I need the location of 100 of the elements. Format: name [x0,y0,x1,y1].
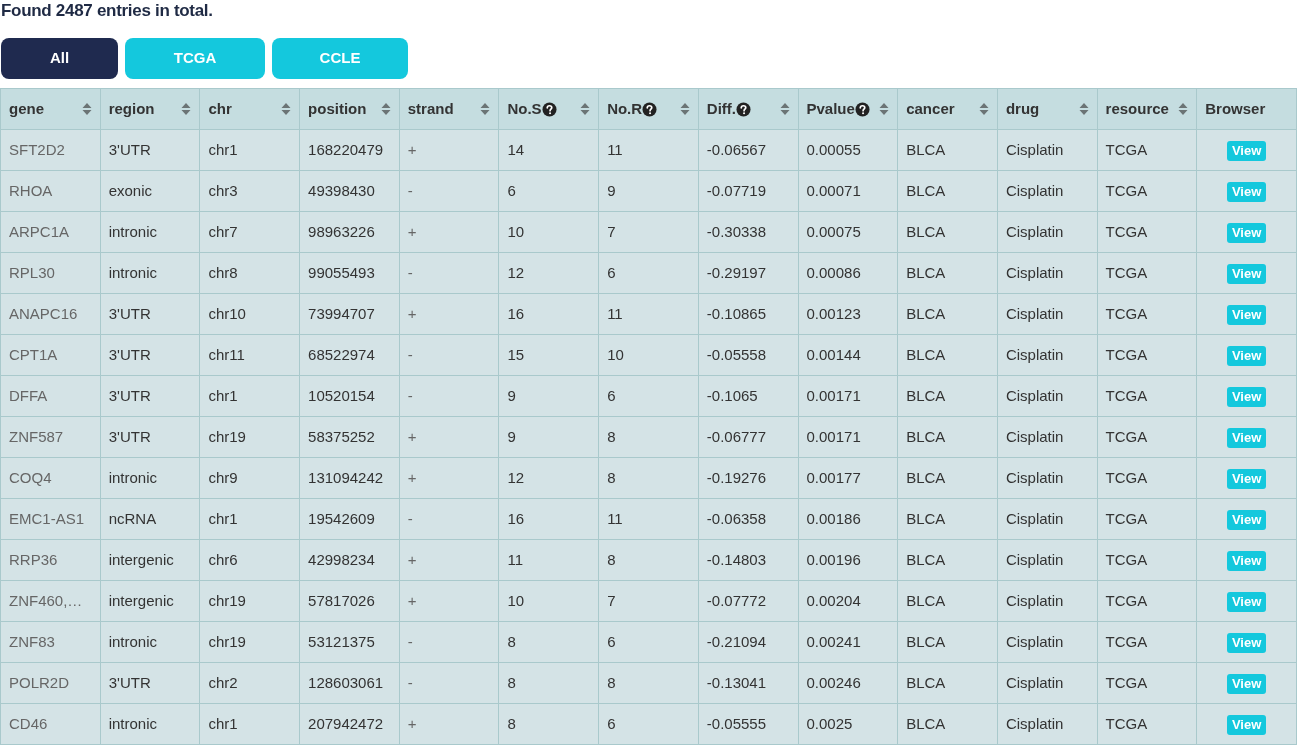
column-header: resource [1105,98,1169,119]
help-icon[interactable] [854,101,870,117]
view-button[interactable]: View [1226,427,1267,448]
view-button[interactable]: View [1226,222,1267,243]
table-cell: 11 [607,140,623,158]
table-cell: 0.00171 [806,427,861,445]
table-cell: -0.05558 [706,345,767,363]
table-cell: SFT2D2 [9,140,65,158]
table-cell: - [407,632,413,650]
table-cell: Cisplatin [1005,140,1064,158]
view-button[interactable]: View [1226,714,1267,735]
table-cell: + [407,468,417,486]
table-cell: TCGA [1105,181,1148,199]
sort-icon[interactable] [480,102,491,116]
view-button[interactable]: View [1226,386,1267,407]
table-cell: BLCA [906,222,946,240]
table-cell: TCGA [1105,632,1148,650]
column-header: cancer [906,98,955,119]
sort-icon[interactable] [380,102,391,116]
table-cell: chr9 [208,468,238,486]
view-button[interactable]: View [1226,591,1267,612]
table-cell: DFFA [9,386,48,404]
table-cell: -0.07719 [706,181,767,199]
table-cell: 16 [507,304,525,322]
table-cell: chr6 [208,550,238,568]
table-cell: BLCA [906,304,946,322]
help-icon[interactable] [736,101,751,117]
table-cell: 3'UTR [108,386,151,404]
sort-icon[interactable] [978,102,989,116]
sort-icon[interactable] [281,102,292,116]
table-cell: -0.14803 [706,550,767,568]
view-button[interactable]: View [1226,140,1267,161]
table-cell: 0.0025 [806,714,853,732]
table-cell: -0.05555 [706,714,767,732]
table-cell: 99055493 [308,263,375,281]
table-cell: 207942472 [308,714,384,732]
view-button[interactable]: View [1226,550,1267,571]
sort-icon[interactable] [1178,102,1189,116]
table-cell: 168220479 [308,140,384,158]
table-cell: -0.1065 [706,386,758,404]
table-cell: Cisplatin [1005,509,1064,527]
view-button[interactable]: View [1226,673,1267,694]
table-cell: BLCA [906,468,946,486]
table-cell: + [407,222,417,240]
view-button[interactable]: View [1226,468,1267,489]
view-button[interactable]: View [1226,509,1267,530]
view-button[interactable]: View [1226,632,1267,653]
view-button[interactable]: View [1226,263,1267,284]
help-icon[interactable] [541,101,557,117]
table-cell: 11 [607,509,623,527]
table-cell: 0.00186 [806,509,861,527]
table-cell: 131094242 [308,468,384,486]
table-cell: 128603061 [308,673,384,691]
filter-button[interactable]: All [1,38,118,79]
table-cell: BLCA [906,181,946,199]
table-cell: 10 [507,591,525,609]
table-cell: RPL30 [9,263,55,281]
table-cell: chr2 [208,673,238,691]
sort-icon[interactable] [1078,102,1089,116]
table-cell: -0.07772 [706,591,767,609]
table-cell: chr1 [208,509,238,527]
table-cell: - [407,263,413,281]
sort-icon[interactable] [181,102,192,116]
table-cell: chr1 [208,714,238,732]
column-header: drug [1005,98,1040,119]
sort-icon[interactable] [879,102,890,116]
sort-icon[interactable] [679,102,690,116]
table-cell: BLCA [906,427,946,445]
filter-button[interactable]: CCLE [272,38,408,79]
filter-button[interactable]: TCGA [125,38,265,79]
table-cell: 6 [607,263,616,281]
table-cell: 11 [507,550,523,568]
table-cell: BLCA [906,263,946,281]
view-button[interactable]: View [1226,345,1267,366]
table-cell: 12 [507,468,525,486]
table-cell: RHOA [9,181,53,199]
table-cell: Cisplatin [1005,550,1064,568]
table-cell: 0.00075 [806,222,861,240]
table-cell: EMC1-AS1 [9,509,85,527]
table-cell: ARPC1A [9,222,70,240]
table-cell: TCGA [1105,263,1148,281]
view-button[interactable]: View [1226,304,1267,325]
table-cell: chr3 [208,181,238,199]
view-button[interactable]: View [1226,181,1267,202]
table-cell: chr1 [208,140,238,158]
help-icon[interactable] [642,101,658,117]
column-header: Pvalue [806,98,855,119]
table-cell: 3'UTR [108,304,151,322]
sort-icon[interactable] [779,102,790,116]
sort-icon[interactable] [580,102,591,116]
table-cell: ZNF83 [9,632,55,650]
sort-icon[interactable] [81,102,92,116]
table-cell: -0.21094 [706,632,767,650]
table-cell: TCGA [1105,673,1148,691]
table-cell: POLR2D [9,673,70,691]
column-header: No.R [607,98,643,119]
table-cell: + [407,591,417,609]
table-cell: 11 [607,304,623,322]
table-cell: chr10 [208,304,246,322]
table-cell: chr19 [208,591,246,609]
